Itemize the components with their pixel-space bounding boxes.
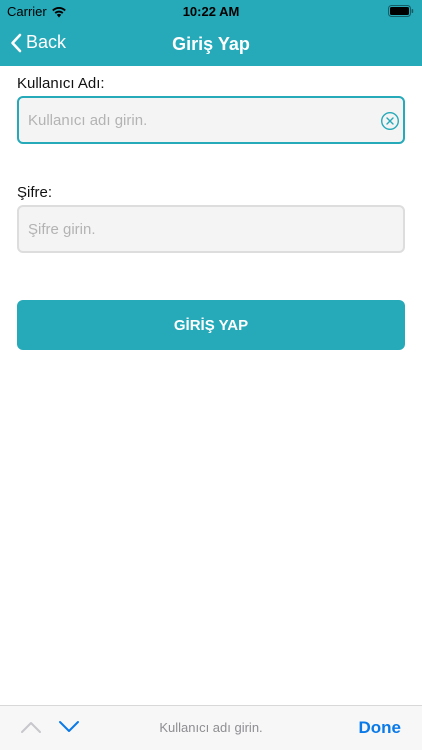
status-bar: Carrier 10:22 AM	[0, 0, 422, 22]
password-label: Şifre:	[17, 184, 53, 201]
battery-icon	[388, 5, 414, 17]
page-title: Giriş Yap	[172, 34, 250, 54]
username-input[interactable]	[19, 98, 403, 142]
login-button[interactable]: GİRİŞ YAP	[17, 300, 405, 350]
keyboard-toolbar: Kullanıcı adı girin. Done	[0, 705, 422, 750]
clear-circle-icon[interactable]	[380, 111, 400, 131]
username-label: Kullanıcı Adı:	[17, 75, 105, 92]
navigation-bar: Back Giriş Yap	[0, 22, 422, 66]
password-input[interactable]	[19, 207, 403, 251]
done-button[interactable]: Done	[359, 718, 402, 738]
password-field[interactable]	[17, 205, 405, 253]
username-field[interactable]	[17, 96, 405, 144]
header: Carrier 10:22 AM Back Giriş Yap	[0, 0, 422, 66]
status-time: 10:22 AM	[182, 4, 240, 19]
